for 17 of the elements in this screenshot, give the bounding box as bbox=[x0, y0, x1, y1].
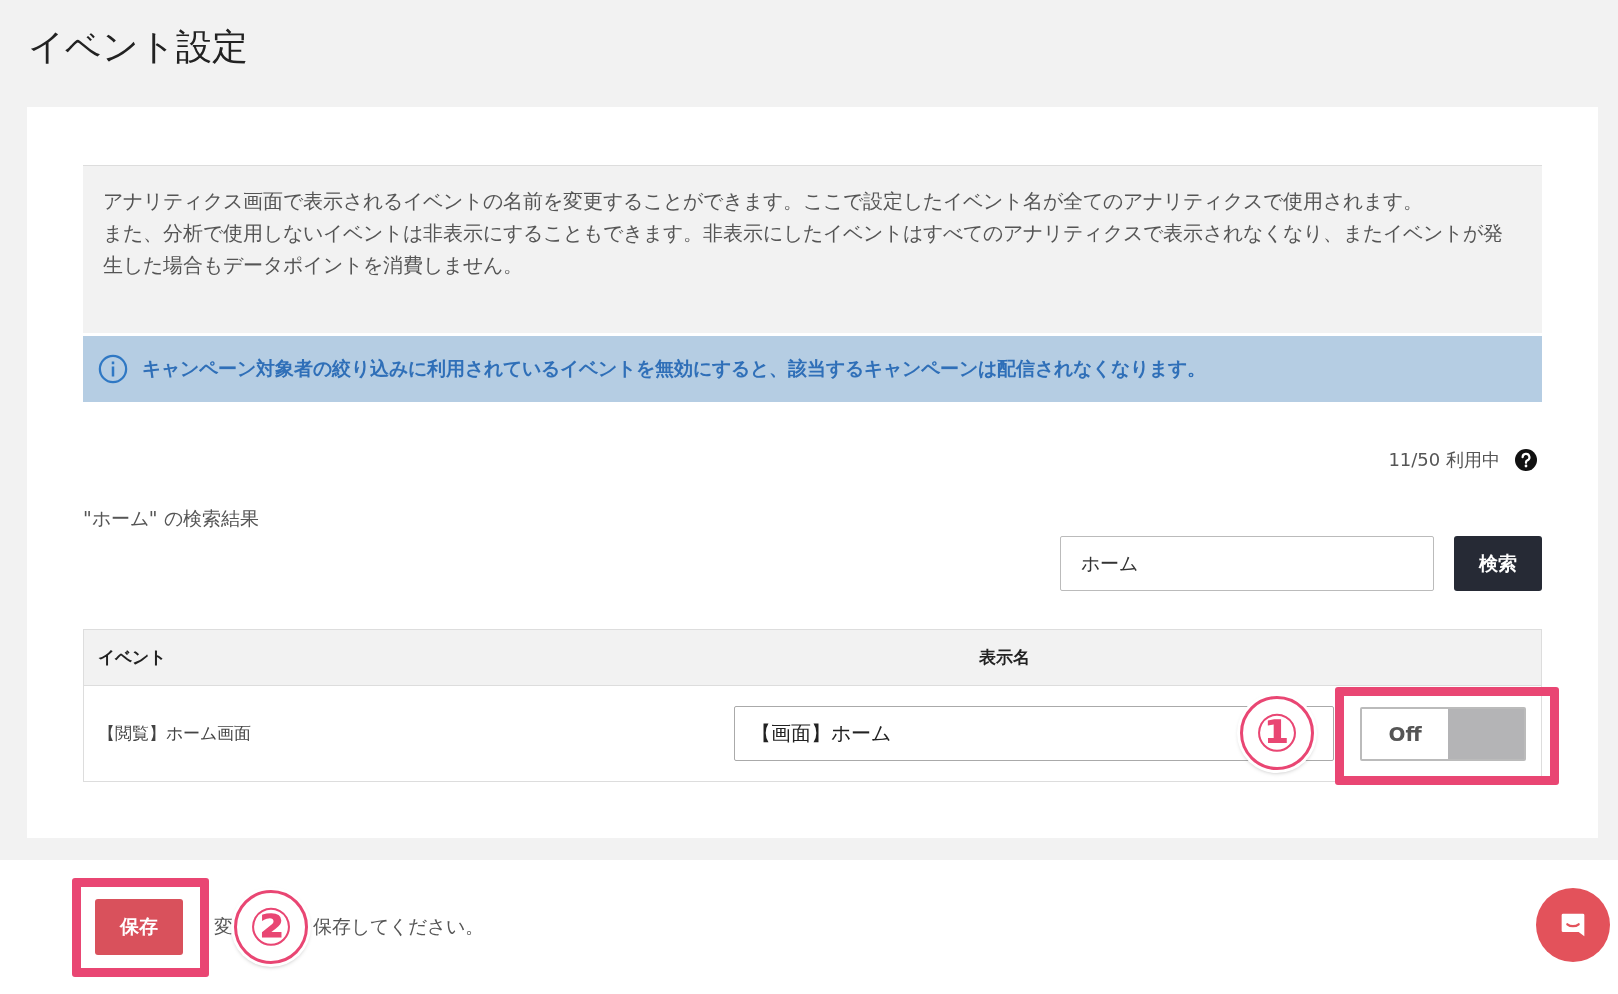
save-button[interactable]: 保存 bbox=[95, 899, 183, 955]
toggle-switch[interactable]: Off bbox=[1360, 706, 1526, 761]
info-icon bbox=[98, 354, 128, 384]
description-text: アナリティクス画面で表示されるイベントの名前を変更することができます。ここで設定したイベント名が全てのアナリティクスで使用されます。 bbox=[103, 189, 1424, 215]
page-title: イベント設定 bbox=[28, 25, 248, 69]
event-name: 【閲覧】ホーム画面 bbox=[97, 722, 252, 745]
column-header: イベント bbox=[97, 646, 167, 669]
hint-text: 変 bbox=[214, 914, 233, 939]
notice-text: キャンペーン対象者の絞り込みに利用されているイベントを無効にすると、該当するキャンペーンは配信されなくなります。 bbox=[142, 356, 1206, 381]
search-field[interactable]: ホーム bbox=[1060, 536, 1434, 591]
hint-text: 保存してください。 bbox=[313, 914, 484, 939]
column-header: 表示名 bbox=[977, 646, 1031, 669]
search-button[interactable]: 検索 bbox=[1454, 536, 1542, 591]
search-result-label: "ホーム" の検索結果 bbox=[83, 506, 260, 531]
usage-count: 11/50 利用中 bbox=[1388, 448, 1500, 472]
help-icon[interactable] bbox=[1514, 448, 1538, 472]
description-text: また、分析で使用しないイベントは非表示にすることもできます。非表示にしたイベントはすべてのアナリティクスで表示されなくなり、またイベントが発生した場合もデータポイントを消費しません。 bbox=[103, 221, 1504, 279]
